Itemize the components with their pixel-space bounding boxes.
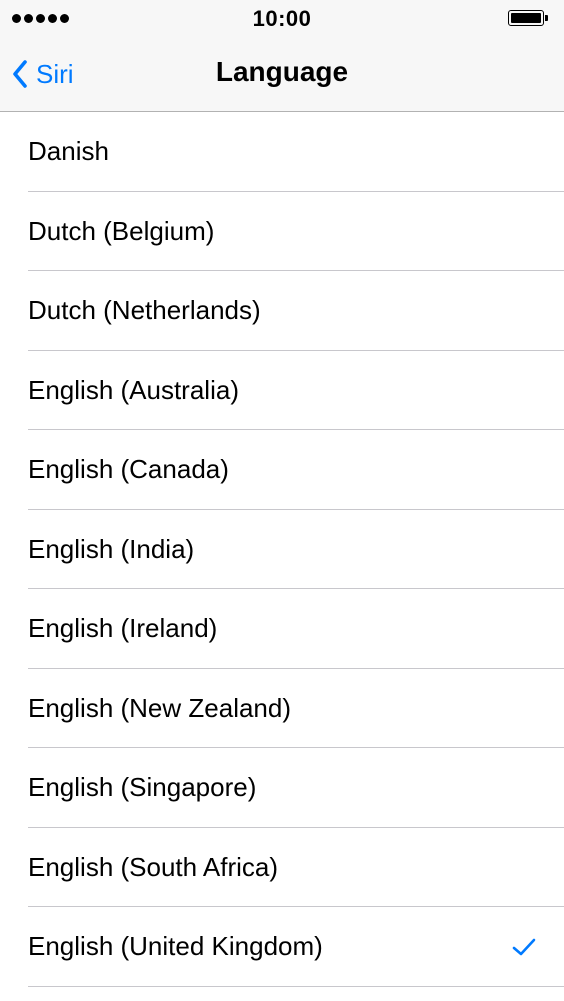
- battery-body: [508, 10, 544, 26]
- language-label: English (Singapore): [28, 772, 257, 803]
- navigation-bar: Siri Language: [0, 38, 564, 112]
- language-label: English (India): [28, 533, 195, 564]
- language-item-english-ireland[interactable]: English (Ireland): [0, 589, 564, 669]
- battery-tip: [545, 15, 548, 21]
- language-label: English (Ireland): [28, 613, 218, 644]
- language-label: English (Canada): [28, 454, 229, 485]
- language-label: English (United Kingdom): [28, 931, 323, 962]
- language-label: Dutch (Belgium): [28, 215, 215, 246]
- language-item-danish[interactable]: Danish: [0, 112, 564, 192]
- battery-fill: [511, 13, 541, 23]
- language-item-english-new-zealand[interactable]: English (New Zealand): [0, 668, 564, 748]
- back-button-label: Siri: [36, 58, 74, 89]
- language-item-english-singapore[interactable]: English (Singapore): [0, 748, 564, 828]
- language-item-english-south-africa[interactable]: English (South Africa): [0, 827, 564, 907]
- language-item-english-canada[interactable]: English (Canada): [0, 430, 564, 510]
- status-time: 10:00: [252, 6, 312, 31]
- language-item-dutch-belgium[interactable]: Dutch (Belgium): [0, 191, 564, 271]
- language-item-english-australia[interactable]: English (Australia): [0, 350, 564, 430]
- language-label: English (South Africa): [28, 851, 279, 882]
- language-item-dutch-netherlands[interactable]: Dutch (Netherlands): [0, 271, 564, 351]
- language-label: English (Australia): [28, 374, 239, 405]
- language-list: Danish Dutch (Belgium) Dutch (Netherland…: [0, 112, 564, 987]
- language-label: English (New Zealand): [28, 692, 292, 723]
- battery-full-icon: [508, 10, 550, 28]
- page-title: Language: [215, 56, 349, 87]
- language-item-english-india[interactable]: English (India): [0, 509, 564, 589]
- status-bar: 10:00: [0, 0, 564, 38]
- chevron-left-icon: [13, 60, 27, 88]
- back-button[interactable]: Siri: [12, 54, 74, 94]
- language-label: Danish: [28, 136, 109, 167]
- language-item-english-united-kingdom[interactable]: English (United Kingdom): [0, 907, 564, 987]
- language-label: Dutch (Netherlands): [28, 295, 261, 326]
- checkmark-icon: [512, 938, 536, 956]
